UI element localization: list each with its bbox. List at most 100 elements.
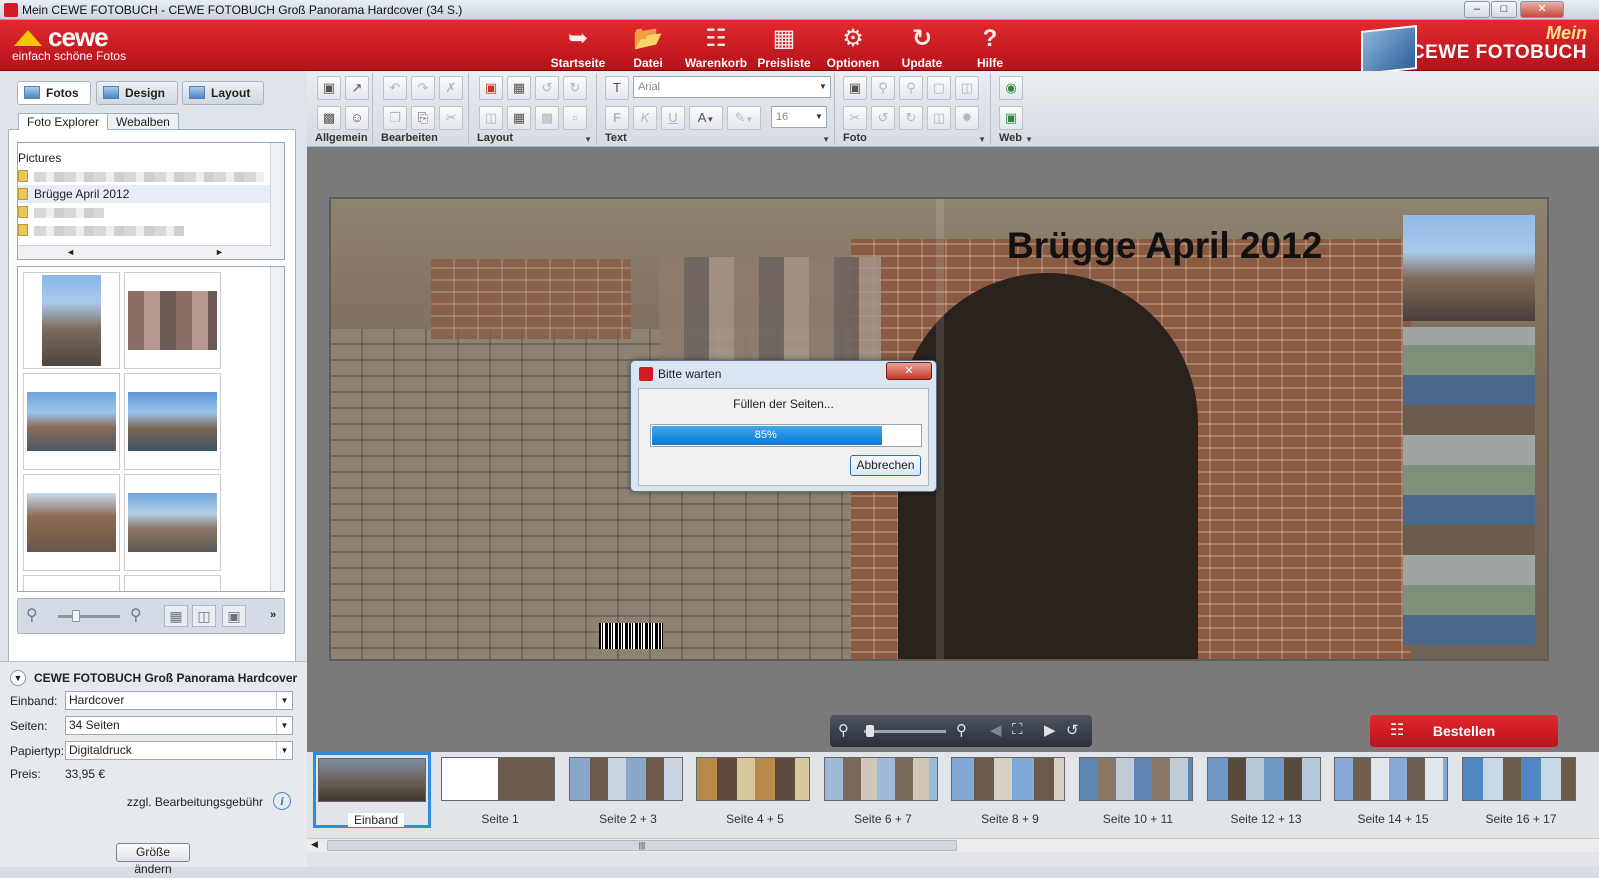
nav-startseite[interactable]: ➥ Startseite [546, 22, 610, 70]
next-page-icon[interactable]: ▶ [1044, 721, 1056, 739]
redo-icon[interactable]: ↷ [411, 76, 435, 100]
photo-rotate-left-icon[interactable]: ↺ [871, 106, 895, 130]
globe-icon[interactable]: ◉ [999, 76, 1023, 100]
film-item[interactable]: Seite 10 + 11 [1075, 752, 1193, 830]
tree-item-hidden[interactable] [18, 203, 284, 221]
align-icon[interactable]: ▫ [563, 106, 587, 130]
photo-thumb[interactable] [23, 575, 120, 591]
photo-thumb[interactable] [124, 373, 221, 470]
zoom-in-icon[interactable]: ⚲ [130, 605, 142, 625]
folder-tree[interactable]: Pictures Brügge April 2012 ◄ ► [17, 142, 285, 260]
zoom-out-icon[interactable]: ⚲ [26, 605, 38, 625]
slider-knob[interactable] [72, 610, 80, 622]
film-item[interactable]: Seite 4 + 5 [692, 752, 810, 830]
cut-icon[interactable]: ✂ [439, 106, 463, 130]
photo-thumb[interactable] [124, 474, 221, 571]
italic-button[interactable]: K [633, 106, 657, 130]
slider-knob[interactable] [866, 725, 874, 737]
maximize-button[interactable]: □ [1491, 1, 1517, 18]
view-single-icon[interactable]: ▦ [164, 605, 188, 627]
tree-hscrollbar[interactable]: ◄ ► [18, 245, 272, 259]
photo-edit-icon[interactable]: ⚲ [871, 76, 895, 100]
photo-zoom-icon[interactable]: ⚲ [899, 76, 923, 100]
rotate-left-icon[interactable]: ↺ [535, 76, 559, 100]
underline-button[interactable]: U [661, 106, 685, 130]
zoom-slider[interactable] [864, 730, 946, 733]
tree-item-hidden[interactable] [18, 221, 284, 239]
size-select[interactable]: 16 ▼ [771, 106, 827, 128]
order-button[interactable]: ☷ Bestellen [1370, 715, 1558, 747]
crop-icon[interactable]: ✂ [843, 106, 867, 130]
effects-icon[interactable]: ✸ [955, 106, 979, 130]
photo-thumb[interactable] [23, 373, 120, 470]
tab-design[interactable]: Design [96, 81, 178, 105]
add-page-icon[interactable]: ◫ [479, 106, 503, 130]
flip-view-icon[interactable]: ↺ [1066, 721, 1079, 739]
seiten-select[interactable]: 34 Seiten ▼ [65, 716, 293, 735]
group-options-icon[interactable]: ▼ [822, 135, 830, 144]
delete-icon[interactable]: ✗ [439, 76, 463, 100]
photo-rotate-right-icon[interactable]: ↻ [899, 106, 923, 130]
nav-datei[interactable]: 📂 Datei [616, 22, 680, 70]
filmstrip-scrollbar[interactable]: ◀ ||| [307, 838, 1599, 852]
textbox-icon[interactable]: T [605, 76, 629, 100]
scroll-thumb[interactable]: ||| [327, 840, 957, 851]
info-icon[interactable]: i [273, 792, 291, 810]
page-layout-icon[interactable]: ▦ [507, 76, 531, 100]
tree-root[interactable]: Pictures [18, 149, 284, 167]
export-icon[interactable]: ↗ [345, 76, 369, 100]
tab-fotos[interactable]: Fotos [17, 81, 91, 105]
save-icon[interactable]: ▣ [317, 76, 341, 100]
collapse-icon[interactable]: ▼ [10, 670, 26, 686]
copy-icon[interactable]: ❐ [383, 106, 407, 130]
film-item[interactable]: Seite 14 + 15 [1330, 752, 1448, 830]
tab-layout[interactable]: Layout [182, 81, 264, 105]
zoom-in-icon[interactable]: ⚲ [956, 721, 967, 739]
nav-update[interactable]: ↻ Update [890, 22, 954, 70]
fit-screen-icon[interactable]: ⛶ [1012, 721, 1023, 738]
photo-tile[interactable] [1403, 215, 1535, 321]
expand-icon[interactable]: » [270, 609, 276, 621]
zoom-out-icon[interactable]: ⚲ [838, 721, 849, 739]
text-effect-button[interactable]: ✎▼ [727, 106, 761, 130]
group-options-icon[interactable]: ▼ [584, 135, 592, 144]
scroll-left-icon[interactable]: ◀ [311, 839, 318, 850]
photo-thumb[interactable] [23, 272, 120, 369]
nav-hilfe[interactable]: ? Hilfe [958, 22, 1022, 70]
film-item[interactable]: Seite 2 + 3 [565, 752, 683, 830]
group-options-icon[interactable]: ▼ [978, 135, 986, 144]
user-icon[interactable]: ☺ [345, 106, 369, 130]
film-item[interactable]: Seite 8 + 9 [947, 752, 1065, 830]
dpi-icon[interactable]: ◫ [955, 76, 979, 100]
prev-page-icon[interactable]: ◀ [990, 721, 1002, 739]
film-item[interactable]: Seite 12 + 13 [1203, 752, 1321, 830]
nav-warenkorb[interactable]: ☷ Warenkorb [684, 22, 748, 70]
bold-button[interactable]: F [605, 106, 629, 130]
resize-button[interactable]: Größe ändern [116, 843, 190, 876]
grid-icon[interactable]: ▦ [507, 106, 531, 130]
nav-optionen[interactable]: ⚙ Optionen [821, 22, 885, 70]
undo-icon[interactable]: ↶ [383, 76, 407, 100]
film-item[interactable]: Seite 1 [437, 752, 555, 830]
film-item[interactable]: Seite 16 + 17 [1458, 752, 1576, 830]
arrange-icon[interactable]: ▩ [535, 106, 559, 130]
photo-strip[interactable] [1403, 215, 1535, 645]
paste-icon[interactable]: ⎘ [411, 106, 435, 130]
subtab-foto-explorer[interactable]: Foto Explorer [18, 113, 109, 130]
mirror-icon[interactable]: ◫ [927, 106, 951, 130]
cancel-button[interactable]: Abbrechen [850, 455, 921, 476]
view-list-icon[interactable]: ▣ [222, 605, 246, 627]
save-as-icon[interactable]: ▩ [317, 106, 341, 130]
cover-page[interactable]: Brügge April 2012 [329, 197, 1549, 661]
dialog-close-button[interactable]: ✕ [886, 362, 932, 380]
frame-icon[interactable]: ▢ [927, 76, 951, 100]
view-double-icon[interactable]: ◫ [192, 605, 216, 627]
tree-item-hidden[interactable] [18, 167, 284, 185]
thumbs-vscrollbar[interactable] [270, 267, 284, 591]
minimize-button[interactable]: – [1464, 1, 1490, 18]
film-item-einband[interactable]: Einband [313, 752, 431, 828]
photo-thumb[interactable] [124, 575, 221, 591]
remove-page-icon[interactable]: ▣ [479, 76, 503, 100]
subtab-webalben[interactable]: Webalben [107, 113, 179, 130]
font-select[interactable]: Arial ▼ [633, 76, 831, 98]
